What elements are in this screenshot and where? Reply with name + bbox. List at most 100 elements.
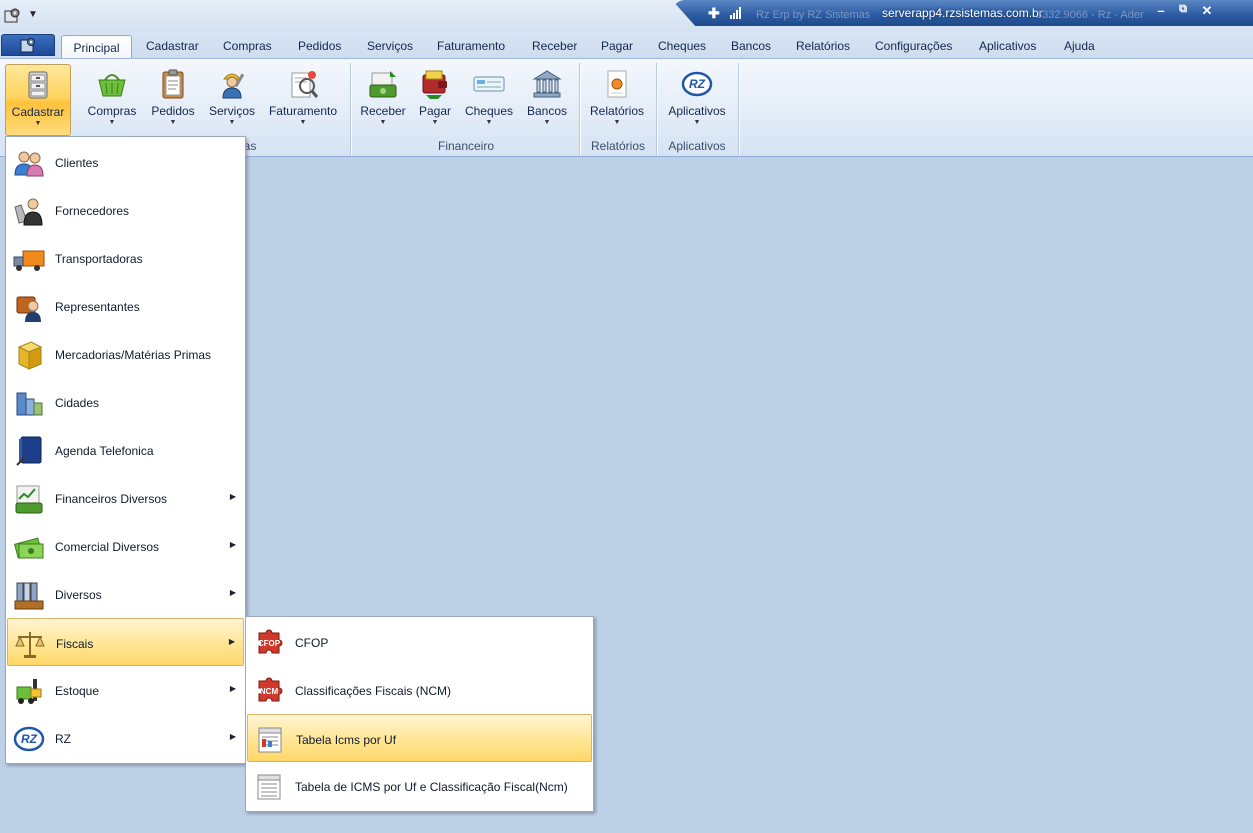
- menu-item-agenda-telefonica[interactable]: Agenda Telefonica: [7, 426, 244, 474]
- minimize-button[interactable]: –: [1152, 3, 1170, 18]
- chevron-down-icon: ▼: [431, 119, 439, 126]
- faturamento-label: Faturamento: [268, 104, 338, 118]
- menu-item-transportadoras[interactable]: Transportadoras: [7, 234, 244, 282]
- user-info-ghost: 3332.9066 - Rz - Ader: [1036, 9, 1144, 21]
- tab-pagar[interactable]: Pagar: [601, 39, 633, 53]
- submenu-item-ncm[interactable]: NCM Classificações Fiscais (NCM): [247, 666, 592, 714]
- menu-item-cidades[interactable]: Cidades: [7, 378, 244, 426]
- servicos-button[interactable]: Serviços ▼: [206, 64, 258, 134]
- tab-pedidos[interactable]: Pedidos: [298, 39, 341, 53]
- group-separator: [738, 63, 739, 155]
- aplicativos-button[interactable]: RZ Aplicativos ▼: [664, 64, 730, 134]
- table-calendar-icon: [257, 774, 281, 800]
- menu-item-estoque[interactable]: Estoque ▶: [7, 666, 244, 714]
- menu-item-label: Fiscais: [56, 637, 94, 651]
- tab-faturamento[interactable]: Faturamento: [437, 39, 505, 53]
- cadastrar-menu: Clientes Fornecedores Transportadoras Re…: [5, 136, 246, 764]
- menu-item-clientes[interactable]: Clientes: [7, 138, 244, 186]
- tab-compras[interactable]: Compras: [223, 39, 272, 53]
- faturamento-button[interactable]: Faturamento ▼: [266, 64, 340, 134]
- cheques-button[interactable]: Cheques ▼: [462, 64, 516, 134]
- compras-label: Compras: [87, 104, 137, 118]
- rz-logo-icon: RZ: [13, 726, 45, 752]
- menu-item-label: Agenda Telefonica: [55, 444, 154, 458]
- table-calendar-icon: [258, 727, 282, 753]
- representative-icon: [16, 296, 41, 322]
- close-button[interactable]: ✕: [1198, 3, 1216, 19]
- people-icon: [14, 151, 44, 177]
- chevron-down-icon: ▼: [299, 119, 307, 126]
- scales-icon: [15, 632, 45, 658]
- submenu-item-label: Tabela de ICMS por Uf e Classificação Fi…: [295, 780, 568, 794]
- tab-ajuda[interactable]: Ajuda: [1064, 39, 1095, 53]
- menu-item-comercial-diversos[interactable]: Comercial Diversos ▶: [7, 522, 244, 570]
- files-icon: [14, 582, 44, 610]
- tab-cheques[interactable]: Cheques: [658, 39, 706, 53]
- submenu-arrow-icon: ▶: [229, 540, 236, 549]
- cfop-puzzle-icon: CFOP: [258, 629, 283, 654]
- tab-cadastrar[interactable]: Cadastrar: [146, 39, 199, 53]
- group-separator: [350, 63, 351, 155]
- menu-item-label: Cidades: [55, 396, 100, 410]
- submenu-item-label: Classificações Fiscais (NCM): [295, 684, 452, 698]
- worker-icon: [222, 73, 245, 99]
- cadastrar-button[interactable]: Cadastrar ▼: [5, 64, 71, 136]
- receber-button[interactable]: Receber ▼: [358, 64, 408, 134]
- invoice-icon: [291, 71, 319, 98]
- truck-icon: [13, 250, 45, 271]
- menu-item-representantes[interactable]: Representantes: [7, 282, 244, 330]
- title-bar: ▼ ✚ Rz Erp by RZ Sistemas serverapp4.rzs…: [0, 0, 1253, 32]
- menu-item-rz[interactable]: RZ RZ ▶: [7, 714, 244, 762]
- aplicativos-label: Aplicativos: [668, 104, 726, 118]
- menu-item-mercadorias[interactable]: Mercadorias/Matérias Primas: [7, 330, 244, 378]
- quick-access-dropdown-icon[interactable]: ▼: [28, 9, 38, 20]
- menu-item-label: Estoque: [55, 684, 100, 698]
- menu-item-fornecedores[interactable]: Fornecedores: [7, 186, 244, 234]
- app-cog-icon: [20, 38, 35, 53]
- phonebook-icon: [16, 436, 42, 466]
- tab-bancos[interactable]: Bancos: [731, 39, 771, 53]
- submenu-item-tabela-icms-uf-ncm[interactable]: Tabela de ICMS por Uf e Classificação Fi…: [247, 762, 592, 810]
- tab-servicos[interactable]: Serviços: [367, 39, 413, 53]
- tab-receber[interactable]: Receber: [532, 39, 577, 53]
- forklift-icon: [16, 679, 42, 704]
- pagar-button[interactable]: Pagar ▼: [414, 64, 456, 134]
- submenu-item-cfop[interactable]: CFOP CFOP: [247, 618, 592, 666]
- relatorios-button[interactable]: Relatórios ▼: [586, 64, 648, 134]
- group-separator: [579, 63, 580, 155]
- tab-aplicativos[interactable]: Aplicativos: [979, 39, 1036, 53]
- fiscais-submenu: CFOP CFOP NCM Classificações Fiscais (NC…: [245, 616, 594, 812]
- cadastrar-label: Cadastrar: [11, 105, 65, 119]
- menu-item-label: Mercadorias/Matérias Primas: [55, 348, 212, 362]
- tab-relatorios[interactable]: Relatórios: [796, 39, 850, 53]
- restore-button[interactable]: ⧉: [1174, 3, 1192, 16]
- menu-item-financeiros-diversos[interactable]: Financeiros Diversos ▶: [7, 474, 244, 522]
- cabinet-icon: [28, 71, 48, 99]
- chevron-down-icon: ▼: [613, 119, 621, 126]
- tab-configuracoes[interactable]: Configurações: [875, 39, 952, 53]
- menu-item-label: Comercial Diversos: [55, 540, 160, 554]
- tab-principal[interactable]: Principal: [61, 35, 132, 60]
- menu-item-diversos[interactable]: Diversos ▶: [7, 570, 244, 618]
- menu-item-fiscais[interactable]: Fiscais ▶: [7, 618, 244, 666]
- city-icon: [16, 392, 43, 416]
- group-label-financeiro: Financeiro: [437, 139, 495, 153]
- report-icon: [607, 70, 627, 98]
- servicos-label: Serviços: [208, 104, 255, 118]
- signal-icon: [730, 7, 741, 19]
- svg-text:CFOP: CFOP: [258, 639, 281, 648]
- cash-icon: [13, 537, 44, 559]
- app-cog-icon[interactable]: [4, 8, 20, 24]
- submenu-item-tabela-icms-uf[interactable]: Tabela Icms por Uf: [247, 714, 592, 762]
- chevron-down-icon: ▼: [693, 119, 701, 126]
- box-icon: [17, 341, 43, 370]
- application-menu-button[interactable]: [1, 34, 55, 56]
- bancos-button[interactable]: Bancos ▼: [524, 64, 570, 134]
- compras-button[interactable]: Compras ▼: [84, 64, 140, 134]
- chevron-down-icon: ▼: [108, 119, 116, 126]
- ribbon-tabs: Principal Cadastrar Compras Pedidos Serv…: [0, 32, 1253, 60]
- pedidos-button[interactable]: Pedidos ▼: [148, 64, 198, 134]
- submenu-arrow-icon: ▶: [229, 588, 236, 597]
- chevron-down-icon: ▼: [485, 119, 493, 126]
- pedidos-label: Pedidos: [151, 104, 195, 118]
